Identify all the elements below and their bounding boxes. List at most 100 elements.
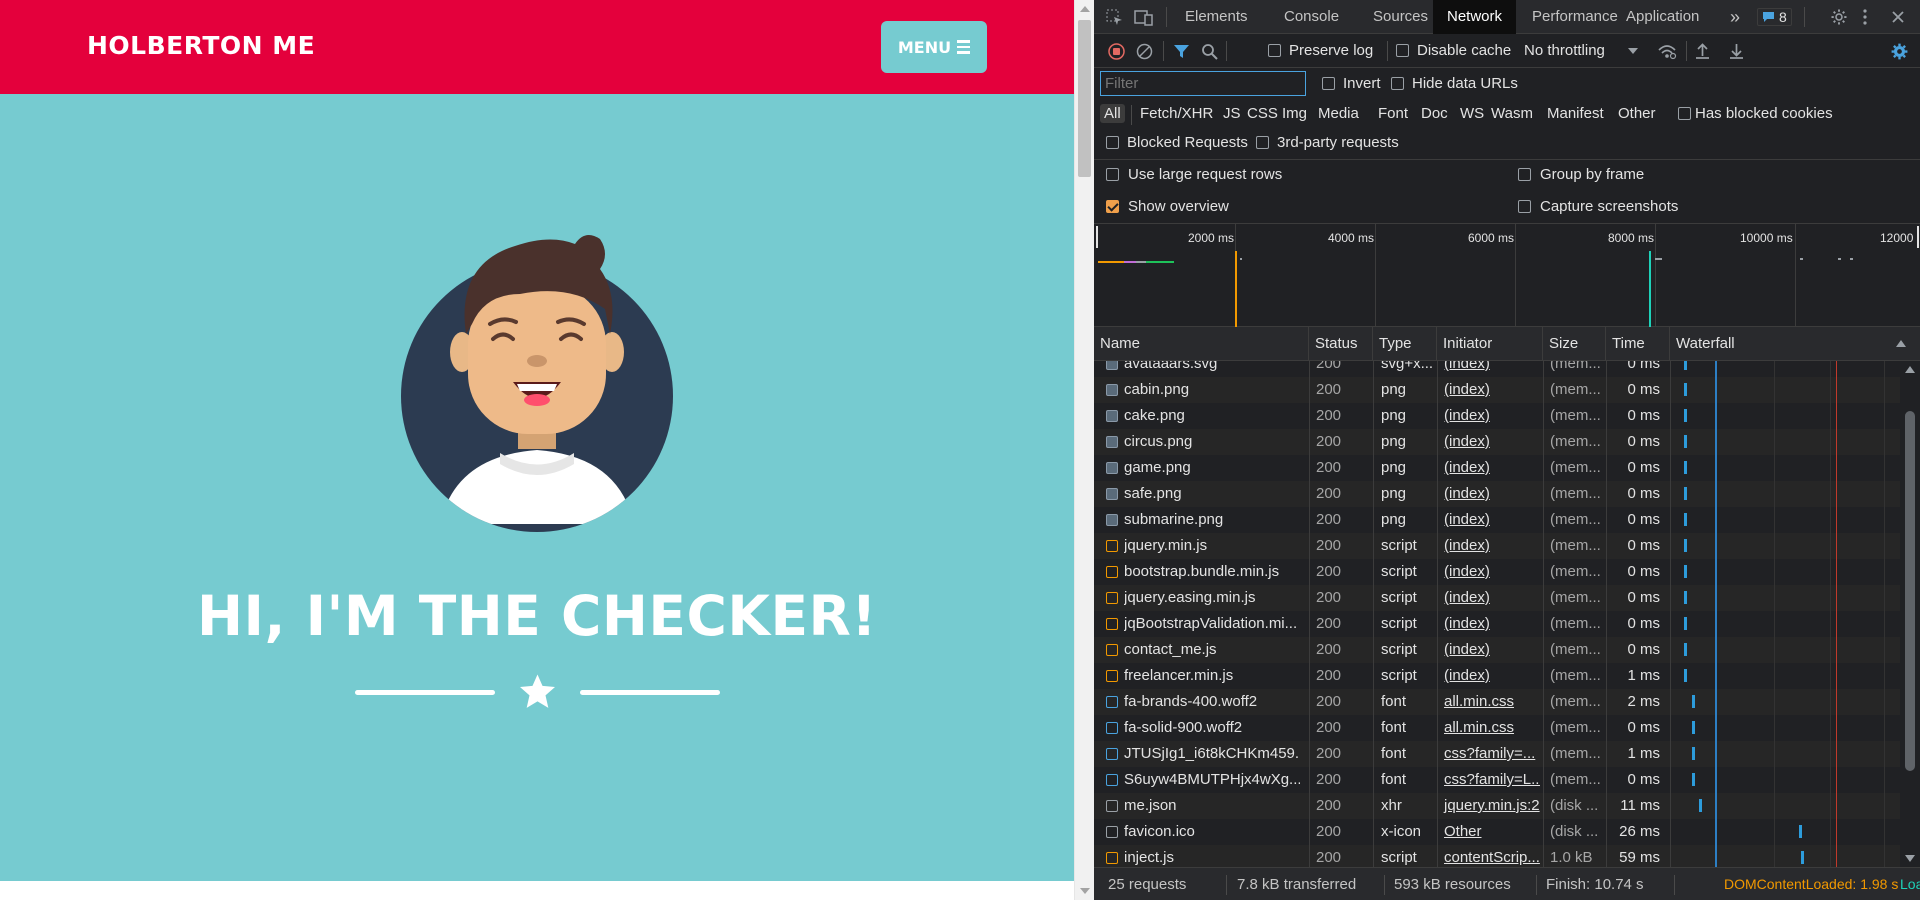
menu-button[interactable]: MENU: [881, 21, 987, 73]
request-initiator[interactable]: (index): [1440, 663, 1540, 689]
request-row[interactable]: fa-brands-400.woff2 200 font all.min.css (me…: [1094, 689, 1900, 715]
disable-cache-checkbox[interactable]: [1396, 44, 1409, 57]
tab-elements[interactable]: Elements: [1177, 0, 1256, 34]
request-row[interactable]: fa-solid-900.woff2 200 font all.min.css (mem…: [1094, 715, 1900, 741]
request-initiator[interactable]: (index): [1440, 611, 1540, 637]
request-initiator[interactable]: (index): [1440, 403, 1540, 429]
request-row[interactable]: JTUSjIg1_i6t8kCHKm459... 200 font css?famil…: [1094, 741, 1900, 767]
group-by-frame-checkbox[interactable]: [1518, 168, 1531, 181]
request-row[interactable]: circus.png 200 png (index) (mem... 0 ms: [1094, 429, 1900, 455]
request-row[interactable]: cake.png 200 png (index) (mem... 0 ms: [1094, 403, 1900, 429]
request-row[interactable]: safe.png 200 png (index) (mem... 0 ms: [1094, 481, 1900, 507]
device-toolbar-icon[interactable]: [1134, 9, 1153, 26]
sort-ascending-icon[interactable]: [1896, 340, 1906, 347]
clear-icon[interactable]: [1136, 43, 1153, 60]
request-row[interactable]: jqBootstrapValidation.mi... 200 script (ind…: [1094, 611, 1900, 637]
request-initiator[interactable]: css?family=L...: [1440, 767, 1540, 793]
site-brand-link[interactable]: HOLBERTON ME: [87, 31, 315, 60]
type-filter-wasm[interactable]: Wasm: [1491, 105, 1533, 122]
scroll-down-icon[interactable]: [1905, 855, 1915, 862]
type-filter-js[interactable]: JS: [1223, 105, 1241, 122]
column-size[interactable]: Size: [1543, 327, 1606, 361]
type-filter-other[interactable]: Other: [1618, 105, 1656, 122]
network-settings-gear-icon[interactable]: [1890, 42, 1909, 61]
request-initiator[interactable]: jquery.min.js:2: [1440, 793, 1540, 819]
type-filter-fetch-xhr[interactable]: Fetch/XHR: [1140, 105, 1213, 122]
request-initiator[interactable]: (index): [1440, 507, 1540, 533]
request-row[interactable]: submarine.png 200 png (index) (mem... 0 ms: [1094, 507, 1900, 533]
request-row[interactable]: game.png 200 png (index) (mem... 0 ms: [1094, 455, 1900, 481]
column-status[interactable]: Status: [1309, 327, 1373, 361]
settings-gear-icon[interactable]: [1830, 8, 1848, 26]
scroll-up-icon[interactable]: [1905, 366, 1915, 373]
overview-left-handle[interactable]: [1096, 226, 1098, 248]
filter-icon[interactable]: [1173, 43, 1190, 60]
page-scrollbar[interactable]: [1074, 0, 1094, 900]
show-overview-checkbox[interactable]: [1106, 200, 1119, 213]
type-filter-doc[interactable]: Doc: [1421, 105, 1448, 122]
more-tabs-chevron-icon[interactable]: »: [1726, 0, 1744, 34]
tab-sources[interactable]: Sources: [1365, 0, 1436, 34]
has-blocked-cookies-checkbox[interactable]: [1678, 107, 1691, 120]
invert-checkbox[interactable]: [1322, 77, 1335, 90]
request-row[interactable]: jquery.easing.min.js 200 script (index) (mem…: [1094, 585, 1900, 611]
type-filter-media[interactable]: Media: [1318, 105, 1359, 122]
request-initiator[interactable]: css?family=...: [1440, 741, 1540, 767]
request-row[interactable]: bootstrap.bundle.min.js 200 script (index) (…: [1094, 559, 1900, 585]
request-initiator[interactable]: (index): [1440, 637, 1540, 663]
request-initiator[interactable]: (index): [1440, 559, 1540, 585]
column-waterfall[interactable]: Waterfall: [1670, 327, 1920, 361]
request-row[interactable]: favicon.ico 200 x-icon Other (disk ... 26 ms: [1094, 819, 1900, 845]
large-rows-checkbox[interactable]: [1106, 168, 1119, 181]
type-filter-all[interactable]: All: [1100, 104, 1125, 123]
third-party-checkbox[interactable]: [1256, 136, 1269, 149]
throttling-select[interactable]: No throttling: [1524, 42, 1605, 59]
column-initiator[interactable]: Initiator: [1437, 327, 1543, 361]
request-initiator[interactable]: (index): [1440, 377, 1540, 403]
request-row[interactable]: jquery.min.js 200 script (index) (mem... 0 ms: [1094, 533, 1900, 559]
scroll-down-icon[interactable]: [1080, 888, 1090, 894]
request-initiator[interactable]: (index): [1440, 585, 1540, 611]
request-initiator[interactable]: (index): [1440, 481, 1540, 507]
request-initiator[interactable]: all.min.css: [1440, 715, 1540, 741]
request-row[interactable]: S6uyw4BMUTPHjx4wXg.... 200 font css?family=…: [1094, 767, 1900, 793]
tab-console[interactable]: Console: [1276, 0, 1347, 34]
request-row[interactable]: cabin.png 200 png (index) (mem... 0 ms: [1094, 377, 1900, 403]
export-har-icon[interactable]: [1728, 43, 1745, 60]
type-filter-manifest[interactable]: Manifest: [1547, 105, 1604, 122]
request-row[interactable]: inject.js 200 script contentScrip... 1.0 kB 5…: [1094, 845, 1900, 867]
filter-input[interactable]: [1100, 71, 1306, 96]
scroll-up-icon[interactable]: [1080, 6, 1090, 12]
inspect-element-icon[interactable]: [1106, 9, 1123, 26]
hide-data-urls-checkbox[interactable]: [1391, 77, 1404, 90]
request-row[interactable]: avataaars.svg 200 svg+x... (index) (mem... 0 …: [1094, 361, 1900, 377]
network-overview-timeline[interactable]: 2000 ms 4000 ms 6000 ms 8000 ms 10000 ms…: [1094, 224, 1920, 327]
tab-network[interactable]: Network: [1433, 0, 1517, 34]
column-type[interactable]: Type: [1373, 327, 1437, 361]
request-initiator[interactable]: contentScrip...: [1440, 845, 1540, 867]
capture-screenshots-checkbox[interactable]: [1518, 200, 1531, 213]
dropdown-arrow-icon[interactable]: [1628, 48, 1638, 54]
request-row[interactable]: me.json 200 xhr jquery.min.js:2 (disk ... 11 …: [1094, 793, 1900, 819]
blocked-requests-checkbox[interactable]: [1106, 136, 1119, 149]
request-initiator[interactable]: Other: [1440, 819, 1540, 845]
column-name[interactable]: Name: [1094, 327, 1309, 361]
request-row[interactable]: freelancer.min.js 200 script (index) (mem...…: [1094, 663, 1900, 689]
request-initiator[interactable]: (index): [1440, 429, 1540, 455]
type-filter-css[interactable]: CSS: [1247, 105, 1278, 122]
type-filter-ws[interactable]: WS: [1460, 105, 1484, 122]
table-scrollbar[interactable]: [1900, 361, 1920, 867]
request-initiator[interactable]: (index): [1440, 455, 1540, 481]
issues-badge[interactable]: 8: [1757, 8, 1792, 26]
request-initiator[interactable]: (index): [1440, 361, 1540, 377]
overview-right-handle[interactable]: [1917, 226, 1919, 248]
request-initiator[interactable]: (index): [1440, 533, 1540, 559]
table-scrollbar-thumb[interactable]: [1905, 411, 1915, 771]
column-time[interactable]: Time: [1606, 327, 1670, 361]
tab-performance[interactable]: Performance: [1524, 0, 1626, 34]
import-har-icon[interactable]: [1694, 43, 1711, 60]
type-filter-font[interactable]: Font: [1378, 105, 1408, 122]
network-conditions-icon[interactable]: [1657, 43, 1677, 60]
request-row[interactable]: contact_me.js 200 script (index) (mem... 0 ms: [1094, 637, 1900, 663]
type-filter-img[interactable]: Img: [1282, 105, 1307, 122]
